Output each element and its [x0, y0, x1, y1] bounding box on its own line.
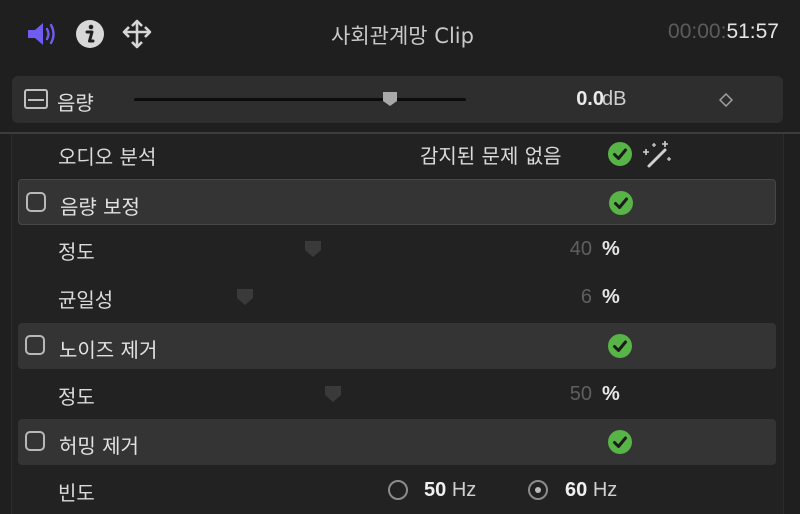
info-icon[interactable] [73, 17, 107, 51]
loudness-label: 음량 보정 [60, 195, 140, 219]
param-unit: % [602, 286, 620, 308]
audio-analysis-row: 오디오 분석 감지된 문제 없음 [18, 131, 776, 177]
volume-disclosure-icon[interactable] [24, 89, 48, 109]
audio-analysis-label: 오디오 분석 [58, 145, 157, 169]
magic-wand-icon[interactable] [639, 139, 671, 169]
noise-removal-label: 노이즈 제거 [59, 338, 158, 362]
volume-unit: dB [602, 88, 627, 110]
checkmark-ok-icon [608, 430, 632, 454]
timecode: 00:00:51:57 [668, 20, 779, 44]
radio-60hz[interactable] [528, 480, 548, 500]
volume-value[interactable]: 0.0 [532, 88, 604, 111]
hum-frequency-row: 빈도 50 Hz 60 Hz [18, 467, 776, 513]
param-value[interactable]: 40 [528, 238, 592, 261]
param-label: 균일성 [58, 288, 114, 312]
param-slider-thumb[interactable] [304, 240, 322, 258]
param-unit: % [602, 238, 620, 260]
param-slider-thumb[interactable] [324, 385, 342, 403]
radio-50hz[interactable] [388, 480, 408, 500]
hum-removal-checkbox[interactable] [25, 431, 45, 451]
frequency-label: 빈도 [58, 481, 95, 505]
noise-removal-section: 노이즈 제거 [18, 323, 776, 369]
clip-title: 사회관계망 Clip [331, 24, 474, 48]
param-value[interactable]: 6 [528, 286, 592, 309]
radio-60hz-label[interactable]: 60 Hz [565, 479, 617, 502]
speaker-icon[interactable] [25, 17, 59, 51]
param-label: 정도 [58, 385, 95, 409]
timecode-dim: 00:00: [668, 20, 727, 43]
noise-removal-checkbox[interactable] [25, 335, 45, 355]
analysis-status: 감지된 문제 없음 [420, 144, 562, 168]
hum-removal-section: 허밍 제거 [18, 419, 776, 465]
radio-50hz-label[interactable]: 50 Hz [424, 479, 476, 502]
checkmark-ok-icon [608, 142, 632, 166]
param-value[interactable]: 50 [528, 383, 592, 406]
loudness-checkbox[interactable] [26, 192, 46, 212]
loudness-section: 음량 보정 [18, 179, 776, 225]
timecode-current: 51:57 [726, 20, 779, 43]
param-unit: % [602, 383, 620, 405]
transform-arrows-icon[interactable] [120, 17, 154, 51]
loudness-uniformity-row: 균일성 6 % [18, 274, 776, 320]
volume-slider[interactable] [134, 92, 466, 106]
volume-bar: 음량 0.0 dB [12, 76, 783, 123]
inspector-header: 사회관계망 Clip 00:00:51:57 [0, 0, 800, 68]
param-label: 정도 [58, 240, 95, 264]
keyframe-diamond-icon[interactable] [718, 92, 734, 108]
checkmark-ok-icon [608, 334, 632, 358]
loudness-amount-row: 정도 40 % [18, 226, 776, 272]
volume-slider-thumb[interactable] [382, 91, 398, 107]
checkmark-ok-icon [609, 191, 633, 215]
hum-removal-label: 허밍 제거 [59, 434, 139, 458]
param-slider-thumb[interactable] [236, 288, 254, 306]
noise-amount-row: 정도 50 % [18, 371, 776, 417]
volume-label: 음량 [57, 91, 94, 115]
